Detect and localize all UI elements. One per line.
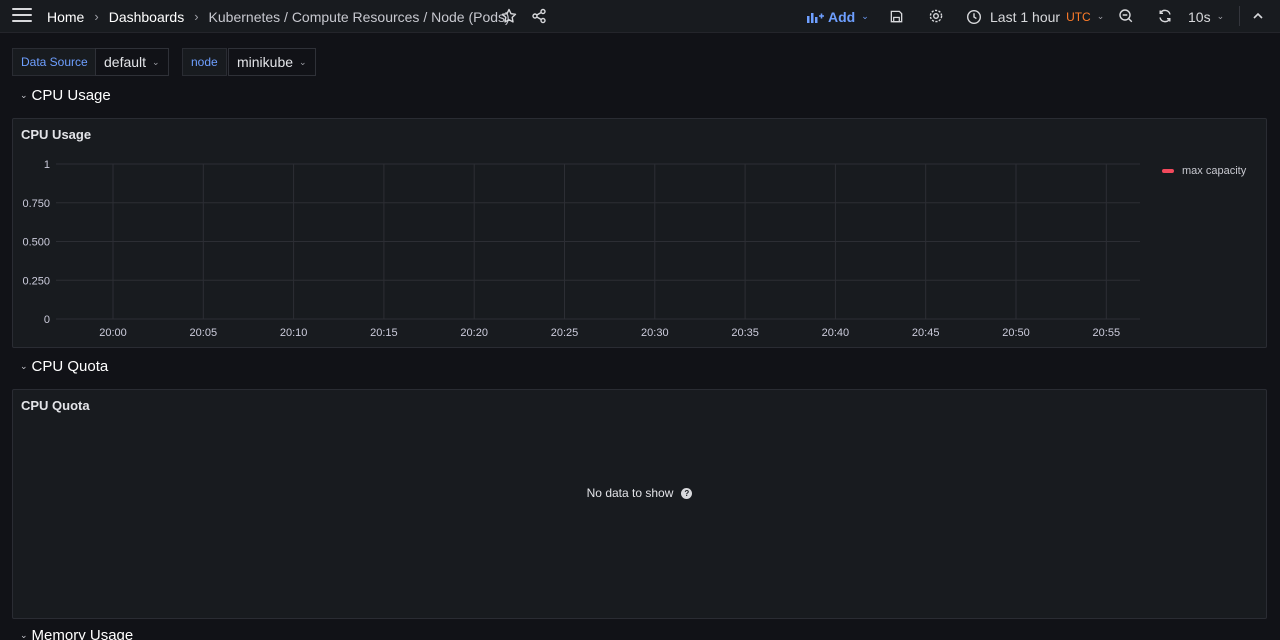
- share-icon[interactable]: [529, 6, 549, 26]
- breadcrumb: Home › Dashboards › Kubernetes / Compute…: [47, 0, 510, 33]
- x-tick-label: 20:50: [1002, 327, 1030, 339]
- time-range-picker[interactable]: Last 1 hour UTC ⌄: [966, 0, 1104, 33]
- save-dashboard-icon[interactable]: [886, 6, 906, 26]
- x-tick-label: 20:05: [190, 327, 218, 339]
- cpu-usage-panel: CPU Usage 0 0.250 0.500 0.750 1 20:00 20:05 20:…: [12, 118, 1267, 348]
- chevron-right-icon: ›: [94, 9, 99, 24]
- row-cpu-quota[interactable]: ⌄ CPU Quota: [20, 358, 108, 375]
- breadcrumb-dashboards[interactable]: Dashboards: [109, 9, 185, 25]
- x-tick-label: 20:55: [1093, 327, 1121, 339]
- chevron-down-icon: ⌄: [20, 630, 28, 640]
- chevron-down-icon: ⌄: [20, 90, 28, 100]
- top-navbar: Home › Dashboards › Kubernetes / Compute…: [0, 0, 1280, 33]
- add-label: Add: [828, 8, 856, 25]
- y-tick-label: 0: [44, 314, 50, 326]
- refresh-interval-picker[interactable]: 10s ⌄: [1188, 0, 1224, 33]
- y-tick-label: 1: [44, 159, 50, 171]
- row-title: CPU Usage: [31, 87, 111, 104]
- legend-swatch: [1162, 169, 1174, 173]
- refresh-icon[interactable]: [1155, 6, 1175, 26]
- x-tick-label: 20:35: [731, 327, 759, 339]
- x-tick-label: 20:20: [460, 327, 488, 339]
- variable-label-node: node: [182, 48, 227, 76]
- data-source-select[interactable]: default ⌄: [95, 48, 169, 76]
- chevron-down-icon: ⌄: [1096, 11, 1105, 21]
- no-data-message: No data to show ?: [13, 486, 1266, 500]
- chevron-down-icon: ⌄: [861, 11, 869, 21]
- legend-item-max-capacity[interactable]: max capacity: [1162, 165, 1246, 177]
- x-tick-label: 20:15: [370, 327, 398, 339]
- x-tick-label: 20:00: [99, 327, 127, 339]
- cpu-usage-chart: 0 0.250 0.500 0.750 1 20:00 20:05 20:10 20:15 20:…: [22, 159, 1140, 339]
- no-data-text: No data to show: [586, 486, 674, 500]
- y-tick-label: 0.750: [22, 198, 50, 210]
- x-tick-label: 20:45: [912, 327, 940, 339]
- question-circle-icon[interactable]: ?: [681, 487, 693, 499]
- breadcrumb-home[interactable]: Home: [47, 9, 84, 25]
- star-icon[interactable]: [499, 6, 519, 26]
- data-source-value: default: [104, 54, 147, 70]
- clock-icon: [966, 9, 982, 24]
- chevron-down-icon: ⌄: [20, 361, 28, 371]
- x-tick-label: 20:25: [551, 327, 579, 339]
- breadcrumb-current-dashboard[interactable]: Kubernetes / Compute Resources / Node (P…: [209, 9, 510, 25]
- cpu-quota-panel: CPU Quota No data to show ?: [12, 389, 1267, 619]
- x-tick-label: 20:40: [822, 327, 850, 339]
- x-tick-label: 20:10: [280, 327, 308, 339]
- toolbar-divider: [1239, 6, 1240, 26]
- variable-label-data-source: Data Source: [12, 48, 97, 76]
- chevron-down-icon: ⌄: [152, 56, 160, 67]
- y-tick-label: 0.500: [22, 237, 50, 249]
- timezone-label: UTC: [1066, 9, 1091, 24]
- row-memory-usage[interactable]: ⌄ Memory Usage: [20, 627, 133, 640]
- y-tick-label: 0.250: [22, 275, 50, 287]
- settings-gear-icon[interactable]: [926, 6, 946, 26]
- hamburger-menu-icon[interactable]: [12, 8, 32, 24]
- chevron-down-icon: ⌄: [299, 56, 307, 67]
- row-title: CPU Quota: [31, 358, 109, 375]
- x-tick-label: 20:30: [641, 327, 669, 339]
- node-value: minikube: [237, 54, 294, 70]
- time-range-label: Last 1 hour: [990, 8, 1061, 25]
- chevron-down-icon: ⌄: [1216, 11, 1225, 21]
- refresh-interval-label: 10s: [1188, 8, 1211, 25]
- zoom-out-icon[interactable]: [1116, 6, 1136, 26]
- add-panel-button[interactable]: Add ⌄: [806, 0, 869, 33]
- row-cpu-usage[interactable]: ⌄ CPU Usage: [20, 87, 111, 104]
- chevron-right-icon: ›: [194, 9, 199, 24]
- add-panel-icon: [807, 12, 824, 23]
- row-title: Memory Usage: [31, 627, 134, 640]
- legend-label: max capacity: [1182, 165, 1247, 177]
- chevron-up-icon[interactable]: [1248, 6, 1268, 26]
- node-select[interactable]: minikube ⌄: [228, 48, 316, 76]
- panel-title[interactable]: CPU Quota: [21, 398, 90, 413]
